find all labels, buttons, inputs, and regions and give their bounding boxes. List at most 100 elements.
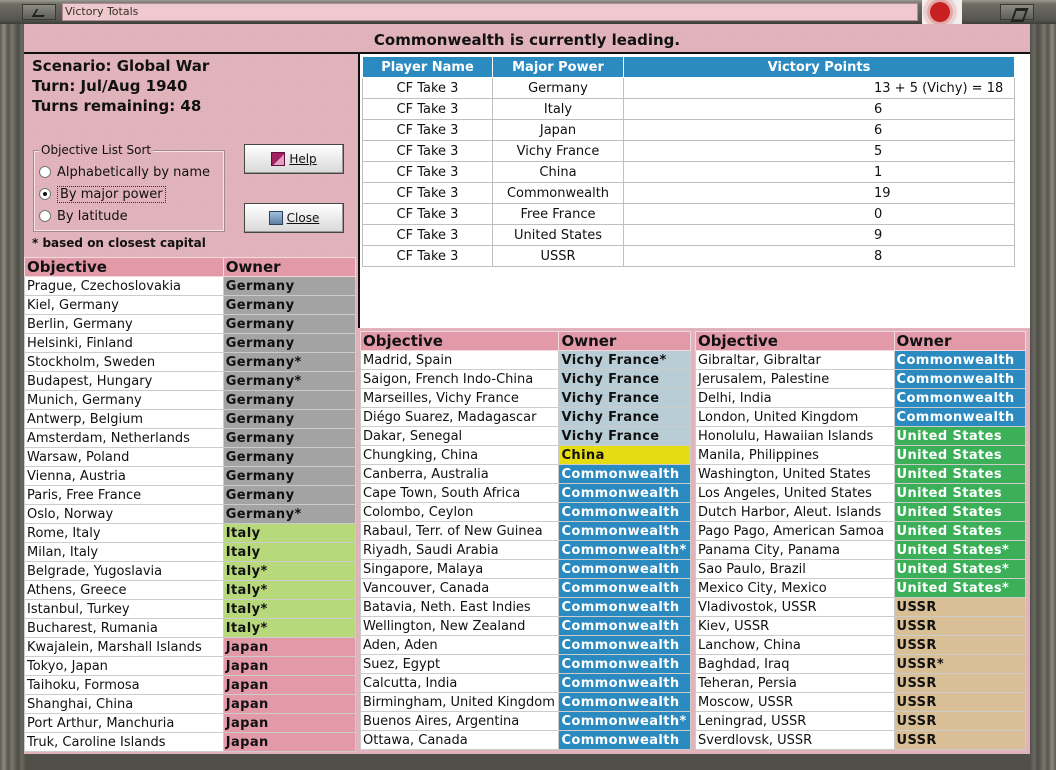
objective-row[interactable]: Rabaul, Terr. of New Guinea Commonwealth xyxy=(359,521,691,541)
vp-row[interactable]: CF Take 3 Commonwealth 19 xyxy=(362,182,1015,204)
radio-icon[interactable] xyxy=(39,166,51,178)
objective-city: Suez, Egypt xyxy=(359,654,560,674)
objective-row[interactable]: Stockholm, Sweden Germany* xyxy=(24,352,357,372)
objective-row[interactable]: Washington, United States United States xyxy=(695,464,1027,484)
title-bar[interactable]: Victory Totals xyxy=(0,0,1056,24)
objective-row[interactable]: Honolulu, Hawaiian Islands United States xyxy=(695,426,1027,446)
vp-row[interactable]: CF Take 3 Free France 0 xyxy=(362,203,1015,225)
vp-row[interactable]: CF Take 3 USSR 8 xyxy=(362,245,1015,267)
objective-row[interactable]: Kiel, Germany Germany xyxy=(24,295,357,315)
objective-row[interactable]: Berlin, Germany Germany xyxy=(24,314,357,334)
objective-row[interactable]: Chungking, China China xyxy=(359,445,691,465)
objective-row[interactable]: Milan, Italy Italy xyxy=(24,542,357,562)
objective-row[interactable]: Truk, Caroline Islands Japan xyxy=(24,732,357,752)
objective-row[interactable]: Oslo, Norway Germany* xyxy=(24,504,357,524)
vp-row[interactable]: CF Take 3 Germany 13 + 5 (Vichy) = 18 xyxy=(362,77,1015,99)
radio-icon[interactable] xyxy=(39,210,51,222)
objective-row[interactable]: Budapest, Hungary Germany* xyxy=(24,371,357,391)
vp-row[interactable]: CF Take 3 China 1 xyxy=(362,161,1015,183)
objective-owner: China xyxy=(558,445,691,465)
vp-player-name: CF Take 3 xyxy=(362,182,493,204)
objective-row[interactable]: Los Angeles, United States United States xyxy=(695,483,1027,503)
col-player-name[interactable]: Player Name xyxy=(362,56,493,78)
objective-row[interactable]: Pago Pago, American Samoa United States xyxy=(695,521,1027,541)
objective-row[interactable]: Rome, Italy Italy xyxy=(24,523,357,543)
vp-row[interactable]: CF Take 3 Vichy France 5 xyxy=(362,140,1015,162)
objective-row[interactable]: Aden, Aden Commonwealth xyxy=(359,635,691,655)
objective-row[interactable]: Calcutta, India Commonwealth xyxy=(359,673,691,693)
objective-row[interactable]: Diégo Suarez, Madagascar Vichy France xyxy=(359,407,691,427)
objective-row[interactable]: Athens, Greece Italy* xyxy=(24,580,357,600)
objective-row[interactable]: Panama City, Panama United States* xyxy=(695,540,1027,560)
sort-alphabetical-radio[interactable]: Alphabetically by name xyxy=(39,162,210,182)
objective-row[interactable]: Lanchow, China USSR xyxy=(695,635,1027,655)
objective-owner: Japan xyxy=(222,713,357,733)
objective-row[interactable]: Singapore, Malaya Commonwealth xyxy=(359,559,691,579)
objective-row[interactable]: London, United Kingdom Commonwealth xyxy=(695,407,1027,427)
objective-row[interactable]: Shanghai, China Japan xyxy=(24,694,357,714)
objective-row[interactable]: Riyadh, Saudi Arabia Commonwealth* xyxy=(359,540,691,560)
vp-row[interactable]: CF Take 3 United States 9 xyxy=(362,224,1015,246)
objective-row[interactable]: Istanbul, Turkey Italy* xyxy=(24,599,357,619)
objective-row[interactable]: Batavia, Neth. East Indies Commonwealth xyxy=(359,597,691,617)
objective-row[interactable]: Moscow, USSR USSR xyxy=(695,692,1027,712)
vp-row[interactable]: CF Take 3 Japan 6 xyxy=(362,119,1015,141)
objective-row[interactable]: Suez, Egypt Commonwealth xyxy=(359,654,691,674)
objective-row[interactable]: Amsterdam, Netherlands Germany xyxy=(24,428,357,448)
objective-row[interactable]: Ottawa, Canada Commonwealth xyxy=(359,730,691,750)
objective-row[interactable]: Vancouver, Canada Commonwealth xyxy=(359,578,691,598)
window-close-button[interactable] xyxy=(1000,4,1034,20)
objective-row[interactable]: Kiev, USSR USSR xyxy=(695,616,1027,636)
objective-row[interactable]: Warsaw, Poland Germany xyxy=(24,447,357,467)
objective-row[interactable]: Cape Town, South Africa Commonwealth xyxy=(359,483,691,503)
close-button[interactable]: Close xyxy=(244,203,344,233)
system-menu-button[interactable] xyxy=(22,4,56,20)
door-icon xyxy=(268,211,283,225)
objective-row[interactable]: Taihoku, Formosa Japan xyxy=(24,675,357,695)
vp-row[interactable]: CF Take 3 Italy 6 xyxy=(362,98,1015,120)
objective-row[interactable]: Tokyo, Japan Japan xyxy=(24,656,357,676)
objective-row[interactable]: Helsinki, Finland Germany xyxy=(24,333,357,353)
sort-by-major-power-radio[interactable]: By major power xyxy=(39,184,166,204)
objective-row[interactable]: Kwajalein, Marshall Islands Japan xyxy=(24,637,357,657)
objective-row[interactable]: Teheran, Persia USSR xyxy=(695,673,1027,693)
objective-row[interactable]: Bucharest, Rumania Italy* xyxy=(24,618,357,638)
col-victory-points[interactable]: Victory Points xyxy=(623,56,1015,78)
scenario-info: Scenario: Global War Turn: Jul/Aug 1940 … xyxy=(32,56,209,116)
radio-selected-icon[interactable] xyxy=(39,188,51,200)
objective-row[interactable]: Colombo, Ceylon Commonwealth xyxy=(359,502,691,522)
objective-row[interactable]: Vladivostok, USSR USSR xyxy=(695,597,1027,617)
objective-row[interactable]: Mexico City, Mexico United States* xyxy=(695,578,1027,598)
objective-row[interactable]: Gibraltar, Gibraltar Commonwealth xyxy=(695,350,1027,370)
objective-row[interactable]: Wellington, New Zealand Commonwealth xyxy=(359,616,691,636)
objective-row[interactable]: Dutch Harbor, Aleut. Islands United State… xyxy=(695,502,1027,522)
objective-row[interactable]: Canberra, Australia Commonwealth xyxy=(359,464,691,484)
objective-row[interactable]: Jerusalem, Palestine Commonwealth xyxy=(695,369,1027,389)
objective-row[interactable]: Delhi, India Commonwealth xyxy=(695,388,1027,408)
help-button[interactable]: Help xyxy=(244,144,344,174)
objective-row[interactable]: Birmingham, United Kingdom Commonwealth xyxy=(359,692,691,712)
objective-row[interactable]: Port Arthur, Manchuria Japan xyxy=(24,713,357,733)
objective-row[interactable]: Prague, Czechoslovakia Germany xyxy=(24,276,357,296)
objective-row[interactable]: Dakar, Senegal Vichy France xyxy=(359,426,691,446)
objective-row[interactable]: Sao Paulo, Brazil United States* xyxy=(695,559,1027,579)
objective-row[interactable]: Antwerp, Belgium Germany xyxy=(24,409,357,429)
sort-by-latitude-radio[interactable]: By latitude xyxy=(39,206,128,226)
objective-header: Objective xyxy=(24,257,224,277)
vp-major-power: Italy xyxy=(492,98,624,120)
vp-player-name: CF Take 3 xyxy=(362,119,493,141)
objective-row[interactable]: Sverdlovsk, USSR USSR xyxy=(695,730,1027,750)
objective-owner: Germany* xyxy=(222,504,357,524)
objective-row[interactable]: Paris, Free France Germany xyxy=(24,485,357,505)
objective-row[interactable]: Baghdad, Iraq USSR* xyxy=(695,654,1027,674)
objective-row[interactable]: Belgrade, Yugoslavia Italy* xyxy=(24,561,357,581)
objective-row[interactable]: Marseilles, Vichy France Vichy France xyxy=(359,388,691,408)
objective-row[interactable]: Manila, Philippines United States xyxy=(695,445,1027,465)
objective-row[interactable]: Munich, Germany Germany xyxy=(24,390,357,410)
objective-row[interactable]: Madrid, Spain Vichy France* xyxy=(359,350,691,370)
objective-row[interactable]: Saigon, French Indo-China Vichy France xyxy=(359,369,691,389)
objective-row[interactable]: Vienna, Austria Germany xyxy=(24,466,357,486)
objective-row[interactable]: Leningrad, USSR USSR xyxy=(695,711,1027,731)
objective-row[interactable]: Buenos Aires, Argentina Commonwealth* xyxy=(359,711,691,731)
col-major-power[interactable]: Major Power xyxy=(492,56,624,78)
